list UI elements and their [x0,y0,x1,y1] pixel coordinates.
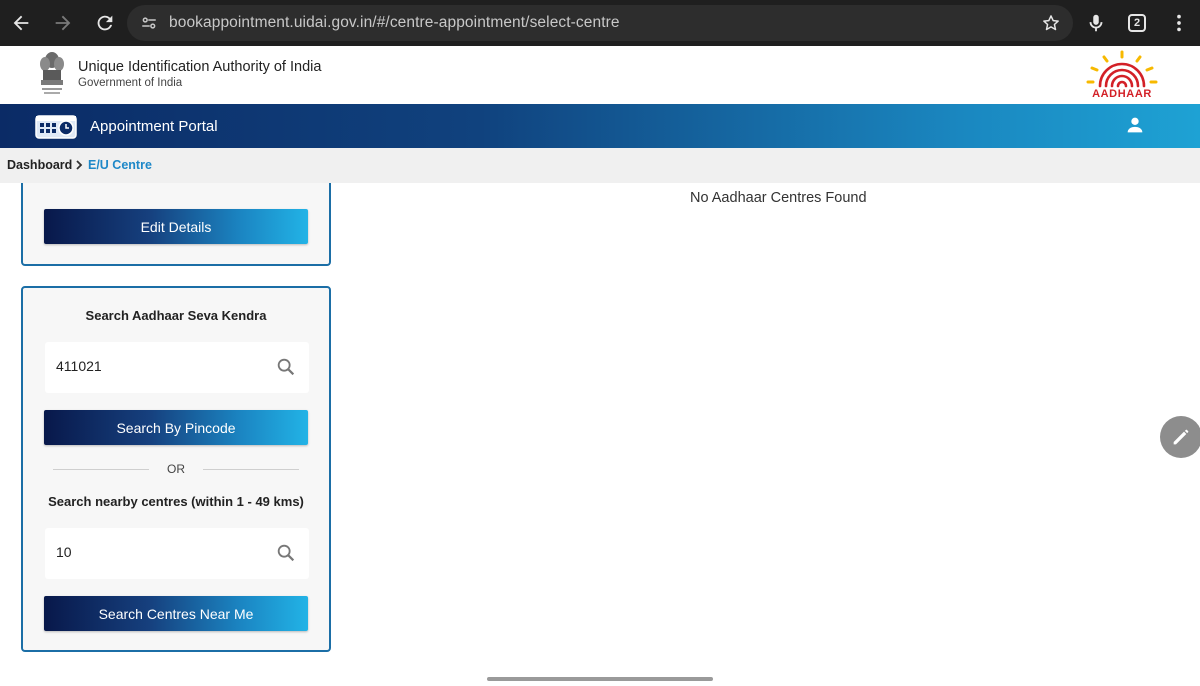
edit-details-button[interactable]: Edit Details [44,209,308,244]
forward-arrow-icon [55,15,71,31]
distance-value[interactable]: 10 [56,544,72,560]
search-heading: Search Aadhaar Seva Kendra [85,308,267,323]
breadcrumb-dashboard-link[interactable]: Dashboard [7,158,72,172]
breadcrumb: Dashboard E/U Centre [0,148,1200,183]
address-bar[interactable]: bookappointment.uidai.gov.in/#/centre-ap… [127,5,1073,41]
or-line-right [203,469,299,470]
user-icon[interactable] [1124,114,1146,136]
reload-icon [97,15,113,31]
aadhaar-logo[interactable]: AADHAAR [1084,50,1160,102]
emblem-icon [40,52,64,94]
aadhaar-logo-icon [1086,50,1158,88]
star-icon[interactable] [1041,13,1061,33]
forward-button[interactable] [48,8,78,38]
aadhaar-logo-text: AADHAAR [1092,88,1152,100]
site-header: Unique Identification Authority of India… [0,46,1200,104]
pencil-icon [1173,429,1189,445]
floating-edit-button[interactable] [1160,416,1200,458]
tab-switcher-button[interactable]: 2 [1128,14,1146,32]
search-panel: Search Aadhaar Seva Kendra 411021 Search… [21,286,331,652]
breadcrumb-current[interactable]: E/U Centre [88,158,152,172]
mic-icon[interactable] [1085,12,1107,34]
portal-bar: Appointment Portal [0,104,1200,148]
no-results-message: No Aadhaar Centres Found [690,190,867,206]
search-icon[interactable] [275,356,297,378]
search-icon[interactable] [275,542,297,564]
url-text[interactable]: bookappointment.uidai.gov.in/#/centre-ap… [169,14,620,32]
search-centres-near-me-button[interactable]: Search Centres Near Me [44,596,308,631]
more-vert-icon[interactable] [1168,12,1190,34]
portal-title: Appointment Portal [90,118,218,135]
distance-input[interactable]: 10 [45,528,309,579]
back-arrow-icon [13,15,29,31]
back-button[interactable] [6,8,36,38]
search-by-pincode-button[interactable]: Search By Pincode [44,410,308,445]
browser-toolbar: bookappointment.uidai.gov.in/#/centre-ap… [0,0,1200,46]
details-panel: Edit Details [21,183,331,266]
org-name: Unique Identification Authority of India [78,59,322,75]
nearby-heading: Search nearby centres (within 1 - 49 kms… [48,494,304,509]
calendar-clock-icon[interactable] [34,112,78,140]
pincode-value[interactable]: 411021 [56,358,102,374]
reload-button[interactable] [90,8,120,38]
pincode-input[interactable]: 411021 [45,342,309,393]
chevron-right-icon [76,160,83,170]
or-divider: OR [53,459,299,479]
home-indicator[interactable] [487,677,713,681]
org-sub: Government of India [78,77,183,89]
site-info-icon [142,17,156,29]
